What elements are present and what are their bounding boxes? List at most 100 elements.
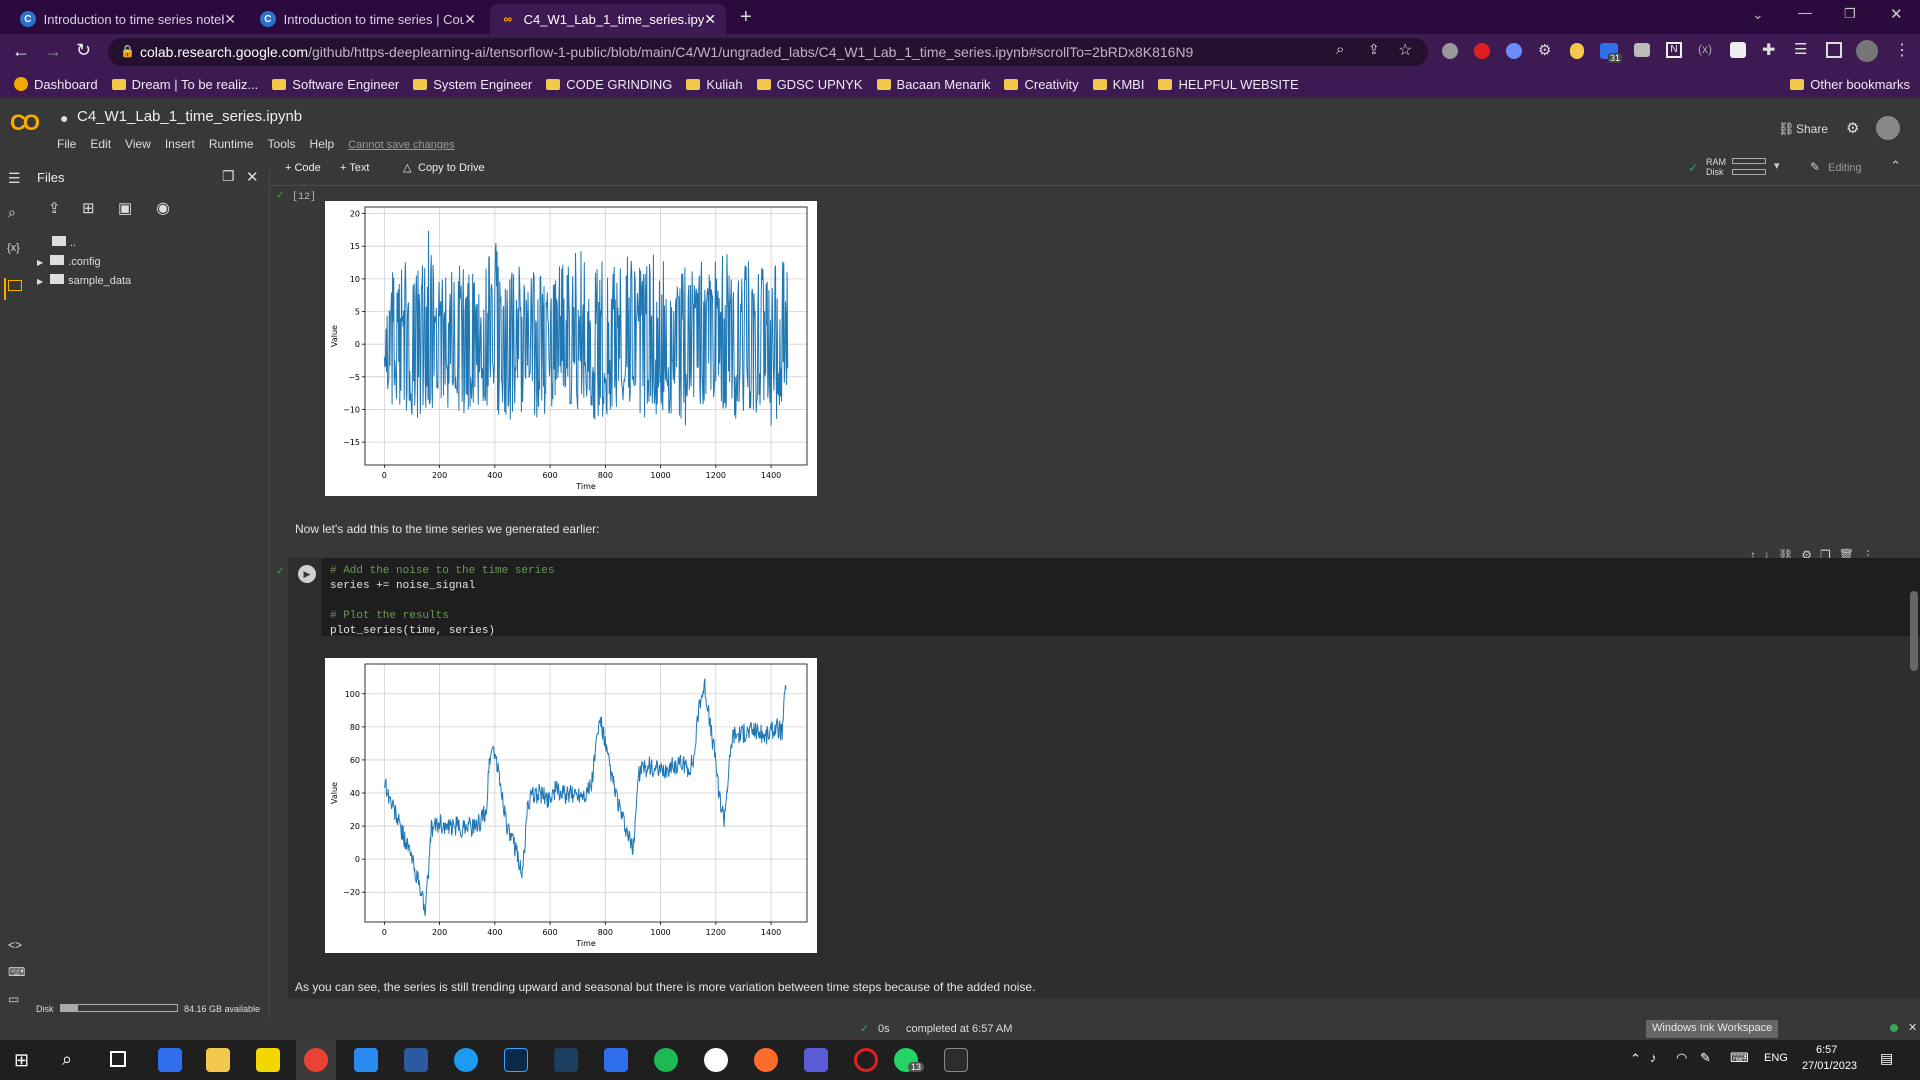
tab-search-icon[interactable]: ⌄ xyxy=(1752,6,1764,23)
opera-icon[interactable] xyxy=(854,1048,878,1072)
notion-icon[interactable]: N xyxy=(1666,42,1682,58)
bookmark-item[interactable]: Dashboard xyxy=(14,77,98,92)
bookmark-item[interactable]: System Engineer xyxy=(413,77,532,92)
bookmark-item[interactable]: Software Engineer xyxy=(272,77,399,92)
reading-list-icon[interactable]: ☰ xyxy=(1794,40,1807,58)
profile-avatar[interactable] xyxy=(1856,40,1878,62)
notifications-icon[interactable]: ▤ xyxy=(1880,1050,1893,1067)
side-panel-icon[interactable] xyxy=(1826,42,1842,58)
save-notice[interactable]: Cannot save changes xyxy=(348,139,454,151)
app-icon[interactable] xyxy=(804,1048,828,1072)
scrollbar-thumb[interactable] xyxy=(1910,591,1918,671)
powershell-icon[interactable] xyxy=(404,1048,428,1072)
keyboard-icon[interactable]: ⌨ xyxy=(1730,1050,1749,1066)
sticky-notes-icon[interactable] xyxy=(256,1048,280,1072)
mount-drive-icon[interactable]: ▣ xyxy=(118,199,132,217)
bookmark-star-icon[interactable]: ☆ xyxy=(1398,40,1412,60)
files-icon[interactable] xyxy=(8,280,22,291)
open-in-tab-icon[interactable]: ❐ xyxy=(222,168,235,185)
disk-meter[interactable] xyxy=(1732,169,1766,175)
extension-icon[interactable] xyxy=(1730,42,1746,58)
bookmark-item[interactable]: Kuliah xyxy=(686,77,743,92)
notebook-title[interactable]: C4_W1_Lab_1_time_series.ipynb xyxy=(77,108,302,125)
extension-icon[interactable]: (x) xyxy=(1698,42,1712,56)
menu-edit[interactable]: Edit xyxy=(90,137,111,151)
address-bar[interactable]: 🔒 colab.research.google.com/github/https… xyxy=(108,38,1428,66)
share-button[interactable]: Share xyxy=(1796,122,1828,136)
command-palette-icon[interactable]: ⌨ xyxy=(8,965,25,979)
bookmark-item[interactable]: Dream | To be realiz... xyxy=(111,77,258,92)
extension-icon[interactable] xyxy=(1506,43,1522,59)
store-app-icon[interactable] xyxy=(158,1048,182,1072)
new-tab-icon[interactable]: + xyxy=(740,6,752,29)
close-tab-icon[interactable]: ✕ xyxy=(704,11,716,28)
add-text-button[interactable]: + Text xyxy=(340,162,369,174)
menu-view[interactable]: View xyxy=(125,137,151,151)
vscode-icon[interactable] xyxy=(354,1048,378,1072)
settings-icon[interactable]: ⚙ xyxy=(1846,119,1859,137)
app-icon[interactable] xyxy=(704,1048,728,1072)
close-sidebar-icon[interactable]: ✕ xyxy=(246,168,259,186)
bookmark-item[interactable]: GDSC UPNYK xyxy=(756,77,863,92)
copy-to-drive-button[interactable]: Copy to Drive xyxy=(418,162,485,174)
menu-tools[interactable]: Tools xyxy=(268,137,296,151)
account-avatar[interactable] xyxy=(1876,116,1900,140)
volume-icon[interactable]: ♪ xyxy=(1650,1050,1657,1065)
app-icon[interactable] xyxy=(554,1048,578,1072)
restore-icon[interactable]: ❐ xyxy=(1844,6,1856,22)
bookmark-item[interactable]: KMBI xyxy=(1092,77,1144,92)
close-tab-icon[interactable]: ✕ xyxy=(464,11,476,28)
language-indicator[interactable]: ENG xyxy=(1764,1052,1788,1064)
camera-extension-icon[interactable] xyxy=(1634,43,1650,57)
other-bookmarks[interactable]: Other bookmarks xyxy=(1790,77,1910,92)
code-snippets-icon[interactable]: <> xyxy=(8,938,22,952)
calendar-icon[interactable] xyxy=(604,1048,628,1072)
reload-icon[interactable]: ↻ xyxy=(76,40,91,61)
new-folder-icon[interactable]: ⊞ xyxy=(82,199,95,217)
close-window-icon[interactable]: ✕ xyxy=(1890,5,1903,23)
chrome-icon[interactable] xyxy=(304,1048,328,1072)
search-icon[interactable]: ⌕ xyxy=(8,204,16,221)
show-hidden-icon[interactable]: ◉ xyxy=(156,198,170,218)
menu-runtime[interactable]: Runtime xyxy=(209,137,254,151)
close-status-icon[interactable]: ✕ xyxy=(1908,1021,1917,1034)
windows-start-icon[interactable]: ⊞ xyxy=(14,1050,29,1071)
bookmark-item[interactable]: HELPFUL WEBSITE xyxy=(1158,77,1299,92)
editing-mode[interactable]: Editing xyxy=(1828,162,1862,174)
clock-date[interactable]: 27/01/2023 xyxy=(1802,1060,1857,1072)
bookmark-item[interactable]: CODE GRINDING xyxy=(546,77,672,92)
add-code-button[interactable]: + Code xyxy=(285,162,321,174)
show-hidden-icons[interactable]: ⌃ xyxy=(1630,1051,1641,1067)
menu-insert[interactable]: Insert xyxy=(165,137,195,151)
file-explorer-icon[interactable] xyxy=(206,1048,230,1072)
expand-arrow-icon[interactable]: ▶ xyxy=(37,258,43,267)
browser-tab[interactable]: C Introduction to time series | Cou ✕ xyxy=(250,4,486,34)
forward-icon[interactable]: → xyxy=(44,41,62,62)
gear-extension-icon[interactable]: ⚙ xyxy=(1538,41,1551,59)
code-editor[interactable]: # Add the noise to the time series serie… xyxy=(322,558,1920,637)
tree-item[interactable]: ▶ sample_data xyxy=(37,272,131,291)
bookmark-item[interactable]: Creativity xyxy=(1004,77,1079,92)
menu-help[interactable]: Help xyxy=(310,137,335,151)
toc-icon[interactable]: ☰ xyxy=(8,170,21,187)
extension-icon[interactable] xyxy=(1474,43,1490,59)
terminal-app-icon[interactable] xyxy=(944,1048,968,1072)
minimize-icon[interactable]: — xyxy=(1798,4,1812,20)
docker-icon[interactable] xyxy=(454,1048,478,1072)
search-icon[interactable]: ⌕ xyxy=(62,1049,72,1070)
wifi-icon[interactable]: ◠ xyxy=(1676,1050,1687,1066)
pen-icon[interactable]: ✎ xyxy=(1700,1050,1711,1066)
bookmark-item[interactable]: Bacaan Menarik xyxy=(876,77,990,92)
postman-icon[interactable] xyxy=(754,1048,778,1072)
collapse-header-icon[interactable]: ⌃ xyxy=(1890,158,1901,174)
runtime-dropdown-icon[interactable]: ▾ xyxy=(1774,159,1780,172)
clock-time[interactable]: 6:57 xyxy=(1816,1044,1837,1056)
upload-file-icon[interactable]: ⇪ xyxy=(48,199,61,217)
close-tab-icon[interactable]: ✕ xyxy=(224,11,236,28)
share-page-icon[interactable]: ⇪ xyxy=(1368,41,1380,58)
extension-icon[interactable] xyxy=(1442,43,1458,59)
expand-arrow-icon[interactable]: ▶ xyxy=(37,277,43,286)
tree-item[interactable]: ▶ .config xyxy=(37,253,131,272)
browser-tab[interactable]: C Introduction to time series noteb ✕ xyxy=(10,4,246,34)
spotify-icon[interactable] xyxy=(654,1048,678,1072)
